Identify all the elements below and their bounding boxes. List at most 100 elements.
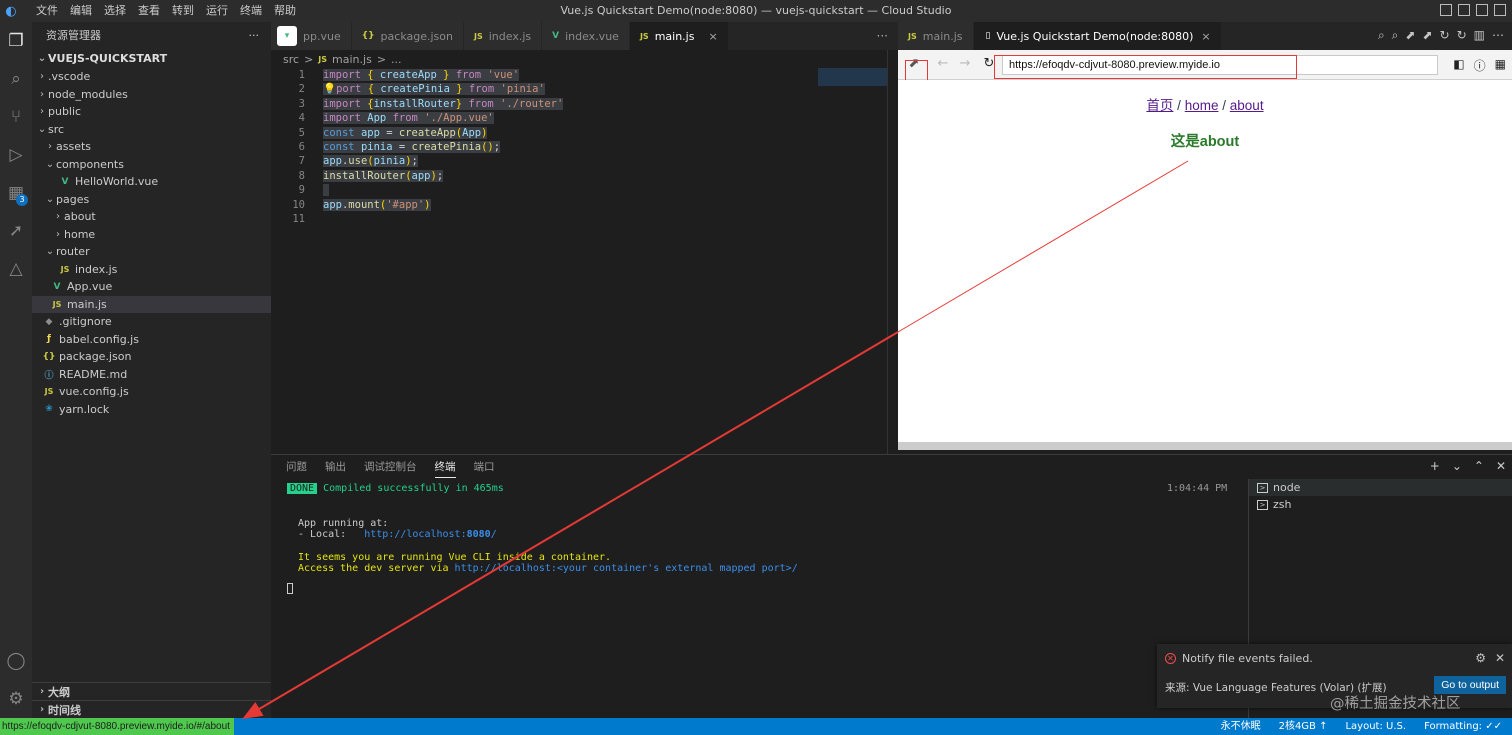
breadcrumb-src[interactable]: src: [283, 53, 299, 66]
tree-folder[interactable]: › about: [32, 208, 271, 226]
terminal-item-node[interactable]: > node: [1249, 479, 1512, 496]
extensions-icon[interactable]: ▦ 3: [0, 174, 32, 212]
status-formatting[interactable]: Formatting: ✓✓: [1424, 718, 1502, 735]
preview-webview[interactable]: 首页 / home / about 这是about: [898, 80, 1512, 442]
lightbulb-icon[interactable]: 💡: [323, 83, 336, 95]
access-link[interactable]: http://localhost:<your container's exter…: [455, 563, 798, 574]
tree-file[interactable]: {} package.json: [32, 348, 271, 366]
terminal-item-zsh[interactable]: > zsh: [1249, 496, 1512, 513]
tab-debug-console[interactable]: 调试控制台: [364, 459, 417, 478]
timeline-section[interactable]: › 时间线: [32, 700, 271, 718]
menu-item-selection[interactable]: 选择: [98, 0, 132, 22]
tree-file[interactable]: ◆ .gitignore: [32, 313, 271, 331]
tab-ports[interactable]: 端口: [474, 459, 495, 478]
maximize-panel-icon[interactable]: ⌃: [1474, 459, 1484, 473]
tree-folder[interactable]: › .vscode: [32, 68, 271, 86]
new-terminal-icon[interactable]: +: [1430, 459, 1440, 473]
source-control-icon[interactable]: ⑂: [0, 98, 32, 136]
close-tab-icon[interactable]: ×: [1201, 30, 1210, 43]
chevron-down-icon[interactable]: ⌄: [1452, 459, 1462, 473]
tree-file[interactable]: V HelloWorld.vue: [32, 173, 271, 191]
tab-package-json[interactable]: {} package.json: [351, 22, 464, 50]
code-editor[interactable]: 1 import { createApp } from 'vue' 2 💡port …: [271, 68, 887, 454]
explorer-more-button[interactable]: ···: [249, 29, 260, 42]
tab-index-js[interactable]: JS index.js: [463, 22, 543, 50]
editor-scrollbar[interactable]: [887, 50, 898, 454]
tab-terminal[interactable]: 终端: [434, 459, 456, 478]
help-icon[interactable]: ⓘ: [1474, 57, 1486, 74]
tree-folder[interactable]: › public: [32, 103, 271, 121]
local-url[interactable]: http://localhost:: [364, 529, 466, 540]
nav-link-home-cn[interactable]: 首页: [1146, 98, 1173, 113]
menu-item-go[interactable]: 转到: [166, 0, 200, 22]
close-icon[interactable]: ✕: [1495, 651, 1505, 665]
tree-file[interactable]: V App.vue: [32, 278, 271, 296]
tree-file[interactable]: JS main.js: [32, 295, 271, 313]
tree-file[interactable]: ⓘ README.md: [32, 366, 271, 384]
tree-file[interactable]: JS vue.config.js: [32, 383, 271, 401]
tree-folder[interactable]: › assets: [32, 138, 271, 156]
status-sleep[interactable]: 永不休眠: [1221, 718, 1261, 735]
menu-item-file[interactable]: 文件: [30, 0, 64, 22]
tab-main-js-preview-group[interactable]: JS main.js: [898, 22, 974, 50]
tree-folder[interactable]: ⌄ pages: [32, 191, 271, 209]
gear-icon[interactable]: ⚙: [1475, 651, 1486, 665]
tree-folder[interactable]: › node_modules: [32, 86, 271, 104]
tab-app-vue[interactable]: ▾ pp.vue: [271, 22, 352, 50]
tab-problems[interactable]: 问题: [286, 459, 307, 478]
run-debug-icon[interactable]: ▷: [0, 136, 32, 174]
menu-item-help[interactable]: 帮助: [268, 0, 302, 22]
project-root[interactable]: ⌄ VUEJS-QUICKSTART: [32, 48, 271, 68]
menu-item-edit[interactable]: 编辑: [64, 0, 98, 22]
forward-icon[interactable]: →: [957, 56, 973, 72]
account-icon[interactable]: ◯: [0, 642, 32, 680]
close-tab-icon[interactable]: ×: [708, 30, 717, 43]
menu-item-terminal[interactable]: 终端: [234, 0, 268, 22]
tree-folder[interactable]: ⌄ components: [32, 156, 271, 174]
preview-scrollbar[interactable]: [898, 442, 1512, 450]
editor-more-button[interactable]: ···: [877, 29, 888, 43]
split-view-icon[interactable]: ◧: [1453, 57, 1464, 74]
refresh-icon[interactable]: ↻: [1440, 28, 1450, 43]
breadcrumb-symbol[interactable]: ...: [391, 53, 402, 66]
open-external-icon[interactable]: ⬈: [1405, 28, 1415, 43]
search-icon[interactable]: ⌕: [0, 60, 32, 98]
nav-link-about[interactable]: about: [1230, 98, 1264, 113]
tab-output[interactable]: 输出: [325, 459, 346, 478]
tab-vue-preview[interactable]: ▯ Vue.js Quickstart Demo(node:8080) ×: [973, 22, 1222, 50]
tree-folder[interactable]: ⌄ src: [32, 121, 271, 139]
tree-file[interactable]: ƒ babel.config.js: [32, 331, 271, 349]
toggle-panel-icon[interactable]: [1458, 4, 1470, 16]
find-icon[interactable]: ⌕: [1392, 28, 1399, 43]
split-editor-icon[interactable]: ▥: [1474, 28, 1485, 43]
outline-section[interactable]: › 大纲: [32, 682, 271, 700]
open-external-icon[interactable]: ⬈: [1422, 28, 1432, 43]
search-icon[interactable]: ⌕: [1378, 28, 1385, 43]
tree-folder[interactable]: ⌄ router: [32, 243, 271, 261]
nav-link-home[interactable]: home: [1185, 98, 1219, 113]
refresh-icon[interactable]: ↻: [1457, 28, 1467, 43]
status-resources[interactable]: 2核4GB ↑: [1279, 718, 1328, 735]
status-layout[interactable]: Layout: U.S.: [1345, 718, 1406, 735]
explorer-icon[interactable]: ❐: [0, 22, 32, 60]
breadcrumb-file[interactable]: main.js: [332, 53, 372, 66]
tree-folder[interactable]: › home: [32, 226, 271, 244]
close-panel-icon[interactable]: ✕: [1496, 459, 1506, 473]
minimap[interactable]: [818, 68, 888, 86]
qr-code-icon[interactable]: ▦: [1495, 57, 1506, 74]
terminal-output[interactable]: DONE Compiled successfully in 465ms App …: [287, 483, 1227, 575]
customize-layout-icon[interactable]: [1494, 4, 1506, 16]
back-icon[interactable]: ←: [935, 56, 951, 72]
more-icon[interactable]: ⋯: [1492, 28, 1504, 43]
tree-file[interactable]: JS index.js: [32, 261, 271, 279]
tree-file[interactable]: ❀ yarn.lock: [32, 401, 271, 419]
rocket-icon[interactable]: ➚: [0, 212, 32, 250]
triangle-nodes-icon[interactable]: △: [0, 250, 32, 288]
tab-main-js[interactable]: JS main.js ×: [629, 22, 729, 50]
gear-icon[interactable]: ⚙: [0, 680, 32, 718]
menu-item-run[interactable]: 运行: [200, 0, 234, 22]
toggle-sidebar-icon[interactable]: [1440, 4, 1452, 16]
toggle-secondary-sidebar-icon[interactable]: [1476, 4, 1488, 16]
tab-index-vue[interactable]: Vindex.vue: [542, 22, 630, 50]
menu-item-view[interactable]: 查看: [132, 0, 166, 22]
